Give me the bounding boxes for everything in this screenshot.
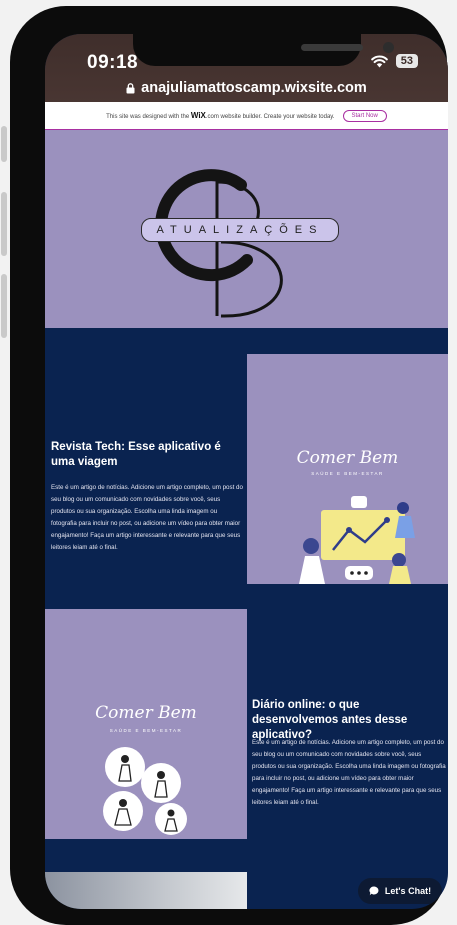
- image-subtitle: SAÚDE E BEM-ESTAR: [311, 471, 384, 476]
- wix-text-after: .com website builder. Create your websit…: [205, 114, 335, 120]
- front-camera: [383, 42, 394, 53]
- illustration-people-circles-icon: [103, 747, 187, 835]
- phone-frame: 09:18 53 anajuliamattoscamp.wixsite.com: [1, 6, 448, 925]
- illustration-people-chart-icon: [299, 496, 415, 584]
- next-post-image[interactable]: [45, 872, 247, 909]
- volume-down-button: [1, 274, 7, 338]
- post-card[interactable]: Comer Bem SAÚDE E BEM-ESTAR Revista Tech…: [45, 328, 448, 608]
- battery-indicator: 53: [395, 54, 418, 68]
- start-now-button[interactable]: Start Now: [342, 109, 387, 122]
- image-subtitle: SAÚDE E BEM-ESTAR: [109, 728, 183, 733]
- post-image[interactable]: Comer Bem SAÚDE E BEM-ESTAR: [247, 354, 448, 584]
- image-title: Comer Bem: [296, 448, 399, 468]
- chat-label: Let's Chat!: [384, 886, 432, 896]
- post-title[interactable]: Revista Tech: Esse aplicativo é uma viag…: [51, 440, 231, 470]
- logo-band: ATUALIZAÇÕES: [141, 218, 339, 242]
- wix-banner-text: This site was designed with the WiX.com …: [106, 111, 334, 120]
- wix-logo: WiX: [190, 111, 206, 120]
- mute-switch: [1, 126, 7, 162]
- url-bar[interactable]: anajuliamattoscamp.wixsite.com: [45, 80, 448, 96]
- wifi-icon: [370, 54, 388, 67]
- screen: 09:18 53 anajuliamattoscamp.wixsite.com: [45, 34, 448, 909]
- volume-up-button: [1, 192, 7, 256]
- status-icons: 53: [370, 54, 418, 68]
- post-excerpt: Este é um artigo de notícias. Adicione u…: [51, 484, 243, 551]
- post-card[interactable]: Comer Bem SAÚDE E BEM-ESTAR Diário onlin…: [45, 608, 448, 872]
- chat-button[interactable]: Let's Chat!: [358, 878, 442, 904]
- speaker-grille: [301, 44, 363, 51]
- wix-text-before: This site was designed with the: [106, 114, 190, 120]
- wix-promo-banner: This site was designed with the WiX.com …: [45, 102, 448, 132]
- site-header: ATUALIZAÇÕES: [45, 130, 448, 328]
- post-image[interactable]: Comer Bem SAÚDE E BEM-ESTAR: [45, 609, 247, 839]
- image-title: Comer Bem: [95, 703, 197, 723]
- chat-bubble-icon: [369, 886, 379, 896]
- post-excerpt: Este é um artigo de notícias. Adicione u…: [252, 739, 446, 806]
- clock: 09:18: [87, 52, 139, 73]
- notch: [133, 34, 394, 66]
- lock-icon: [126, 82, 135, 93]
- url-text: anajuliamattoscamp.wixsite.com: [141, 80, 367, 96]
- status-bar: 09:18 53 anajuliamattoscamp.wixsite.com: [45, 34, 448, 132]
